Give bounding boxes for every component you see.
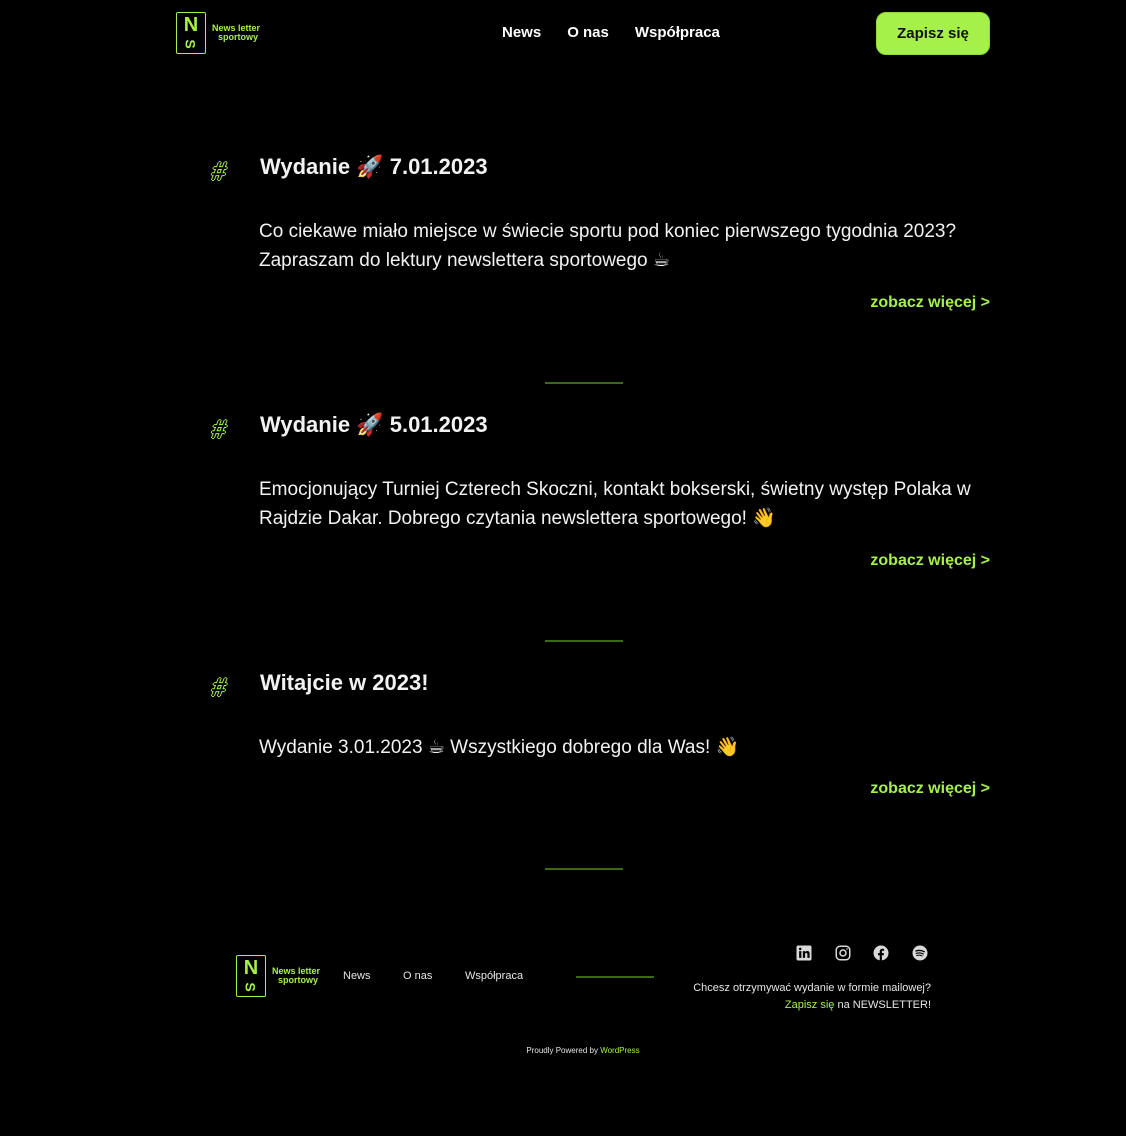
post-excerpt: Wydanie 3.01.2023 ☕ Wszystkiego dobrego …: [259, 737, 740, 758]
subscribe-button[interactable]: Zapisz się: [876, 12, 990, 55]
logo-text: News letter sportowy: [272, 966, 321, 985]
footer-signup-text: Chcesz otrzymywać wydanie w formie mailo…: [693, 982, 931, 1011]
rocket-icon: 🚀: [356, 154, 384, 179]
hash-icon: #: [209, 156, 230, 186]
post-divider: [545, 640, 623, 642]
nav-item-o-nas[interactable]: O nas: [567, 24, 609, 41]
spotify-icon[interactable]: [910, 943, 930, 963]
footer-nav-item-news[interactable]: News: [343, 970, 371, 982]
post-divider: [545, 382, 623, 384]
rocket-icon: 🚀: [356, 412, 384, 437]
logo-mark: N S: [176, 12, 206, 54]
footer-nav-item-o-nas[interactable]: O nas: [403, 970, 432, 982]
main-nav: News O nas Współpraca: [502, 24, 746, 42]
logo-mark: N S: [236, 955, 266, 997]
linkedin-icon[interactable]: [794, 943, 814, 963]
site-logo[interactable]: N S News letter sportowy: [176, 12, 260, 54]
post-title[interactable]: Wydanie 🚀 7.01.2023: [260, 154, 488, 180]
logo-text: News letter sportowy: [212, 23, 261, 42]
footer-divider: [576, 976, 654, 978]
footer-subscribe-link[interactable]: Zapisz się: [785, 999, 835, 1011]
instagram-icon[interactable]: [833, 943, 853, 963]
hash-icon: #: [209, 672, 230, 702]
powered-by: Proudly Powered by WordPress: [526, 1046, 640, 1055]
nav-item-wspolpraca[interactable]: Współpraca: [635, 24, 720, 41]
post-title[interactable]: Witajcie w 2023!: [260, 670, 429, 696]
read-more-link[interactable]: zobacz więcej >: [790, 552, 990, 570]
post-excerpt: Co ciekawe miało miejsce w świecie sport…: [259, 221, 957, 271]
post-divider: [545, 868, 623, 870]
post-excerpt: Emocjonujący Turniej Czterech Skoczni, k…: [259, 479, 971, 529]
hash-icon: #: [209, 414, 230, 444]
read-more-link[interactable]: zobacz więcej >: [790, 780, 990, 798]
wordpress-link[interactable]: WordPress: [600, 1046, 639, 1055]
post-title[interactable]: Wydanie 🚀 5.01.2023: [260, 412, 488, 438]
footer-logo[interactable]: N S News letter sportowy: [236, 955, 320, 997]
footer-nav-item-wspolpraca[interactable]: Współpraca: [465, 970, 523, 982]
read-more-link[interactable]: zobacz więcej >: [790, 294, 990, 312]
nav-item-news[interactable]: News: [502, 24, 541, 41]
facebook-icon[interactable]: [871, 943, 891, 963]
